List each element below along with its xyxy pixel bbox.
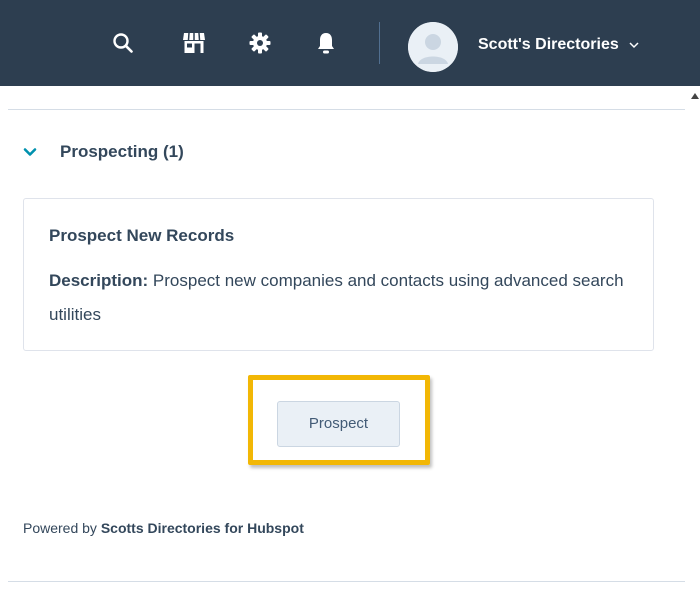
chevron-down-icon <box>629 33 639 57</box>
powered-prefix: Powered by <box>23 520 97 536</box>
panel-bottom-divider <box>8 581 685 582</box>
marketplace-icon[interactable] <box>179 28 209 58</box>
action-card: Prospect New Records Description: Prospe… <box>23 198 654 351</box>
card-description: Description: Prospect new companies and … <box>49 264 639 332</box>
chevron-down-icon <box>20 142 40 162</box>
card-title: Prospect New Records <box>49 226 235 245</box>
prospect-button[interactable]: Prospect <box>277 401 400 447</box>
page: Scott's Directories Prospecting (1) Pros… <box>0 0 700 604</box>
nav-divider <box>379 22 380 64</box>
powered-by-text: Powered by Scotts Directories for Hubspo… <box>23 518 304 538</box>
description-label: Description: <box>49 271 149 290</box>
top-navigation-bar: Scott's Directories <box>0 0 700 86</box>
settings-gear-icon[interactable] <box>245 28 275 58</box>
account-menu[interactable]: Scott's Directories <box>478 33 639 57</box>
notifications-bell-icon[interactable] <box>311 28 341 58</box>
account-name: Scott's Directories <box>478 36 619 54</box>
search-icon[interactable] <box>108 28 138 58</box>
powered-brand: Scotts Directories for Hubspot <box>100 520 304 536</box>
section-title: Prospecting (1) <box>60 142 184 161</box>
panel-top-divider <box>8 109 685 110</box>
avatar[interactable] <box>408 22 458 72</box>
section-header-prospecting[interactable]: Prospecting (1) <box>20 138 184 166</box>
scroll-up-arrow-icon[interactable] <box>691 93 699 99</box>
